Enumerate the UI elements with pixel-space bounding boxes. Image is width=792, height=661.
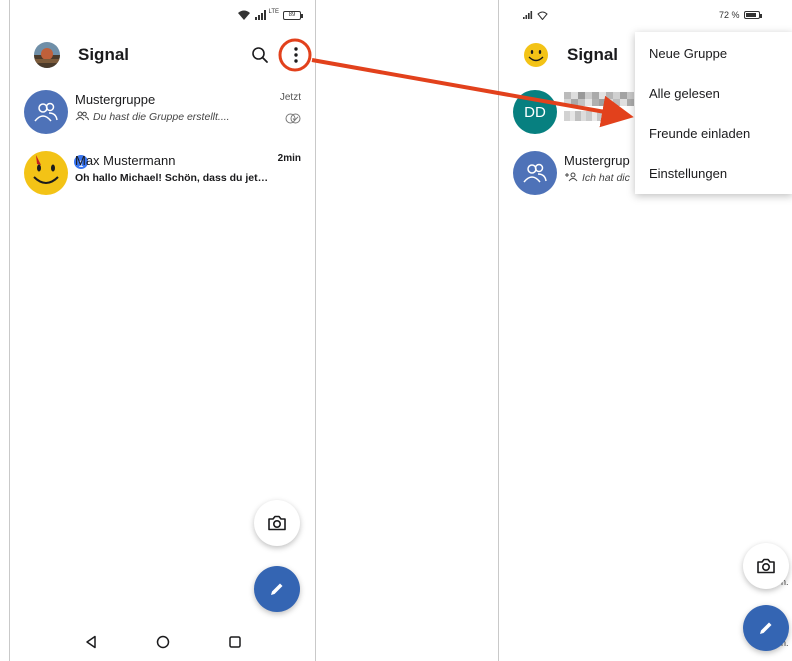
overflow-menu: Neue Gruppe Alle gelesen Freunde einlade… (635, 32, 792, 194)
menu-item-new-group[interactable]: Neue Gruppe (649, 46, 727, 61)
smiley-icon: 1 (24, 151, 90, 195)
wifi-icon (238, 10, 251, 20)
app-title: Signal (78, 45, 130, 64)
conversation-row[interactable]: 1 Max Mustermann 2min Oh hallo Michael! … (10, 145, 315, 201)
group-small-icon (75, 111, 89, 121)
recents-icon[interactable] (224, 631, 246, 653)
profile-avatar[interactable] (523, 42, 549, 68)
navigation-bar (10, 631, 315, 653)
phone-screen-right: 72 % Signal DD r Mustergrup Ich hat dic … (498, 0, 792, 661)
wifi-icon (537, 11, 548, 20)
app-title: Signal (567, 45, 619, 64)
compose-button[interactable] (743, 605, 789, 651)
status-bar-left (523, 8, 548, 22)
camera-icon (268, 515, 286, 531)
conversation-name: Max Mustermann (75, 153, 176, 168)
conversation-snippet-text: Du hast die Gruppe erstellt.... (93, 111, 230, 123)
status-bar-right: 72 % (719, 8, 762, 22)
back-icon[interactable] (80, 631, 102, 653)
battery-percentage: 72 % (719, 10, 740, 20)
signal-icon (255, 10, 267, 20)
profile-avatar[interactable] (34, 42, 60, 68)
battery-indicator: 89 (283, 10, 303, 20)
add-member-icon (565, 172, 578, 182)
battery-icon (743, 11, 762, 19)
battery-level: 89 (288, 11, 296, 18)
menu-item-settings[interactable]: Einstellungen (649, 166, 727, 181)
conversation-snippet: Du hast die Gruppe erstellt.... (75, 111, 230, 123)
network-type: LTE (268, 9, 279, 15)
app-header: Signal (10, 36, 315, 74)
conversation-snippet-text: Ich hat dic (582, 172, 630, 184)
conversation-snippet: Ich hat dic (564, 172, 630, 184)
signal-icon (523, 11, 533, 19)
conversation-name: Mustergruppe (75, 92, 156, 107)
phone-screen-left: LTE 89 Signal Mustergruppe Jetzt Du hast… (9, 0, 316, 661)
read-receipt-icon (285, 111, 301, 129)
camera-button[interactable] (743, 543, 789, 589)
group-icon (513, 151, 557, 195)
menu-item-invite-friends[interactable]: Freunde einladen (649, 126, 750, 141)
conversation-name: Mustergrup (564, 153, 630, 168)
search-icon[interactable] (246, 41, 274, 69)
contact-avatar: DD (513, 90, 557, 134)
compose-button[interactable] (254, 566, 300, 612)
status-bar: LTE 89 (237, 8, 303, 22)
more-vertical-icon[interactable] (282, 41, 310, 69)
conversation-snippet: Oh hallo Michael! Schön, dass du jet… (75, 172, 269, 184)
pencil-icon (760, 622, 772, 634)
home-icon[interactable] (152, 631, 174, 653)
conversation-row[interactable]: Mustergruppe Jetzt Du hast die Gruppe er… (10, 84, 315, 140)
conversation-snippet-fragment: r (621, 109, 625, 121)
camera-icon (757, 558, 775, 574)
conversation-time: Jetzt (279, 92, 301, 103)
pencil-icon (271, 583, 283, 595)
camera-button[interactable] (254, 500, 300, 546)
pixelated-snippet (564, 111, 619, 121)
group-icon (24, 90, 68, 134)
menu-item-mark-all-read[interactable]: Alle gelesen (649, 86, 720, 101)
conversation-time: 2min (277, 153, 301, 164)
pixelated-name (564, 92, 634, 106)
